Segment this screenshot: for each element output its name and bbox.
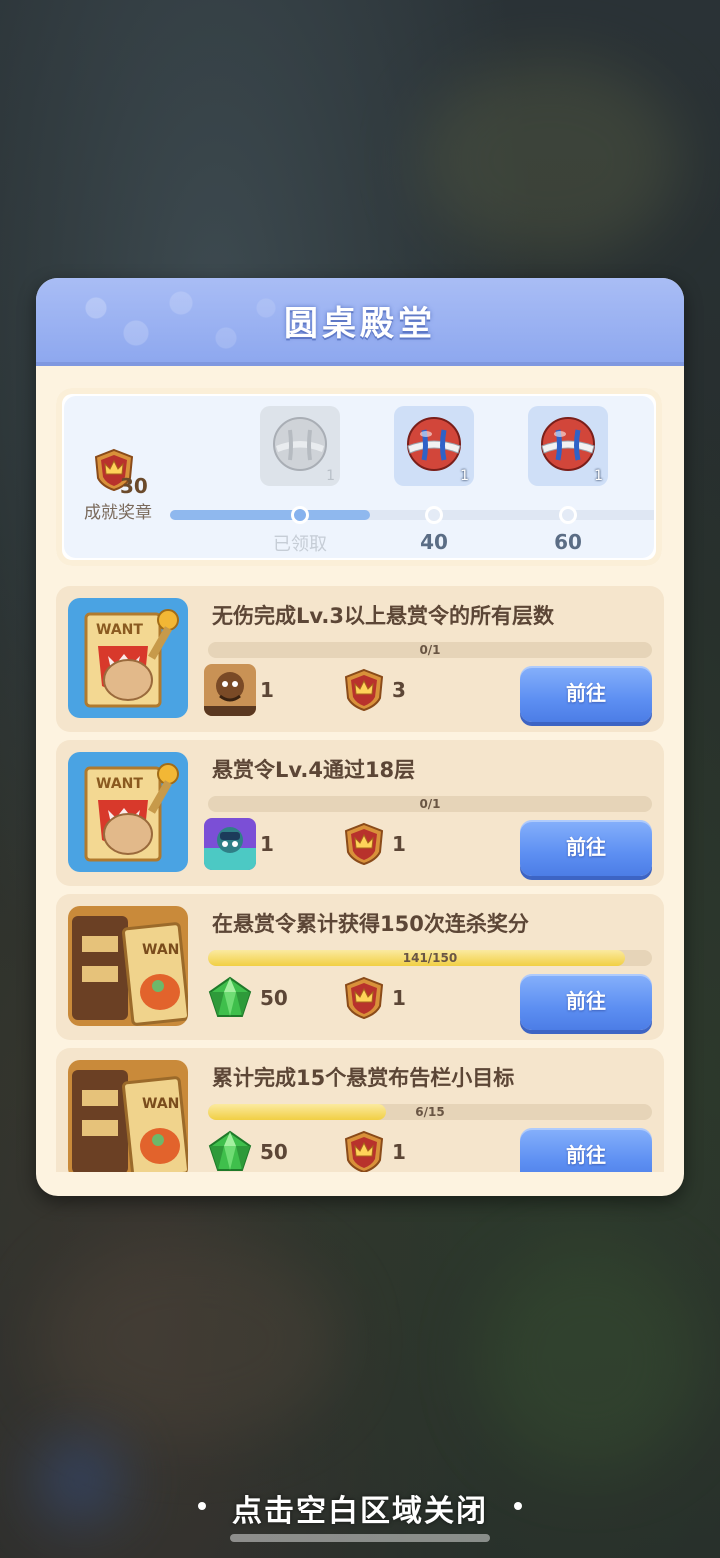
green-gem-icon — [204, 972, 256, 1024]
achievement-track — [170, 510, 654, 520]
medal-label: 成就奖章 — [84, 503, 152, 523]
reward-item-amount: 50 — [260, 986, 288, 1010]
task-progress-text: 0/1 — [419, 643, 441, 657]
svg-text:WANT: WANT — [96, 776, 143, 792]
task-list[interactable]: WANT 无伤完成Lv.3以上悬赏令的所有层数 0/1 1 3 前往 WANT … — [56, 586, 664, 1172]
reward-slot-1[interactable]: 1 — [260, 406, 340, 486]
medal-amount: 1 — [392, 1140, 406, 1164]
reward-slot-2[interactable]: 1 — [394, 406, 474, 486]
task-progress-text: 0/1 — [419, 797, 441, 811]
wanted-board-icon: WAN — [68, 1060, 188, 1172]
task-title: 悬赏令Lv.4通过18层 — [212, 758, 416, 782]
hint-dot — [514, 1502, 522, 1510]
svg-text:WANT: WANT — [96, 622, 143, 638]
svg-text:WAN: WAN — [142, 1096, 179, 1112]
medal-icon — [342, 1130, 386, 1172]
wanted-poster-icon: WANT — [68, 752, 188, 872]
task-card: WANT 悬赏令Lv.4通过18层 0/1 1 1 前往 — [56, 740, 664, 886]
panel-title: 圆桌殿堂 — [284, 304, 436, 344]
go-button[interactable]: 前往 — [520, 1128, 652, 1172]
background-blur — [40, 1240, 340, 1440]
reward-slot-3[interactable]: 1 — [528, 406, 608, 486]
track-node — [559, 506, 577, 524]
reward-slot-qty: 1 — [460, 468, 469, 484]
reward-slot-qty: 1 — [326, 468, 335, 484]
task-title: 在悬赏令累计获得150次连杀奖分 — [212, 912, 529, 936]
go-button[interactable]: 前往 — [520, 666, 652, 722]
task-title: 无伤完成Lv.3以上悬赏令的所有层数 — [212, 604, 554, 628]
milestone-label: 60 — [554, 530, 582, 554]
medal-amount: 1 — [392, 986, 406, 1010]
task-progress-text: 6/15 — [415, 1105, 445, 1119]
medal-icon — [342, 976, 386, 1020]
wanted-board-icon: WAN — [68, 906, 188, 1026]
green-gem-icon — [204, 1126, 256, 1172]
round-table-hall-panel: 圆桌殿堂 30 成就奖章 1 1 1 已领取 40 60 WANT 无伤完成Lv… — [36, 278, 684, 1196]
task-title: 累计完成15个悬赏布告栏小目标 — [212, 1066, 515, 1090]
achievement-track-fill — [170, 510, 370, 520]
go-button[interactable]: 前往 — [520, 820, 652, 876]
wanted-poster-icon: WANT — [68, 598, 188, 718]
track-node-claimed — [291, 506, 309, 524]
reward-slot-qty: 1 — [594, 468, 603, 484]
home-indicator[interactable] — [230, 1534, 490, 1542]
medal-count: 30 — [120, 474, 148, 498]
medal-amount: 3 — [392, 678, 406, 702]
panel-header: 圆桌殿堂 — [36, 278, 684, 366]
task-card: WANT 无伤完成Lv.3以上悬赏令的所有层数 0/1 1 3 前往 — [56, 586, 664, 732]
hero-portrait-icon — [204, 664, 256, 716]
task-card: WAN 累计完成15个悬赏布告栏小目标 6/15 50 1 前往 — [56, 1048, 664, 1172]
task-progress-bar: 6/15 — [208, 1104, 652, 1120]
close-hint[interactable]: 点击空白区域关闭 — [0, 1486, 720, 1530]
background-blur — [480, 1250, 700, 1470]
milestone-label: 40 — [420, 530, 448, 554]
medal-icon — [342, 668, 386, 712]
achievement-progress-inner: 30 成就奖章 1 1 1 已领取 40 60 — [64, 396, 654, 558]
reward-item-amount: 1 — [260, 678, 274, 702]
medal-icon — [342, 822, 386, 866]
milestone-label: 已领取 — [273, 534, 327, 555]
medal-amount: 1 — [392, 832, 406, 856]
hero-portrait-icon — [204, 818, 256, 870]
task-progress-bar: 0/1 — [208, 642, 652, 658]
task-progress-text: 141/150 — [402, 951, 458, 965]
achievement-progress-box: 30 成就奖章 1 1 1 已领取 40 60 — [56, 388, 662, 566]
reward-item-amount: 50 — [260, 1140, 288, 1164]
task-card: WAN 在悬赏令累计获得150次连杀奖分 141/150 50 1 前往 — [56, 894, 664, 1040]
background-blur — [420, 60, 680, 260]
track-node — [425, 506, 443, 524]
reward-item-amount: 1 — [260, 832, 274, 856]
svg-text:WAN: WAN — [142, 942, 179, 958]
task-progress-bar: 141/150 — [208, 950, 652, 966]
task-progress-bar: 0/1 — [208, 796, 652, 812]
go-button[interactable]: 前往 — [520, 974, 652, 1030]
